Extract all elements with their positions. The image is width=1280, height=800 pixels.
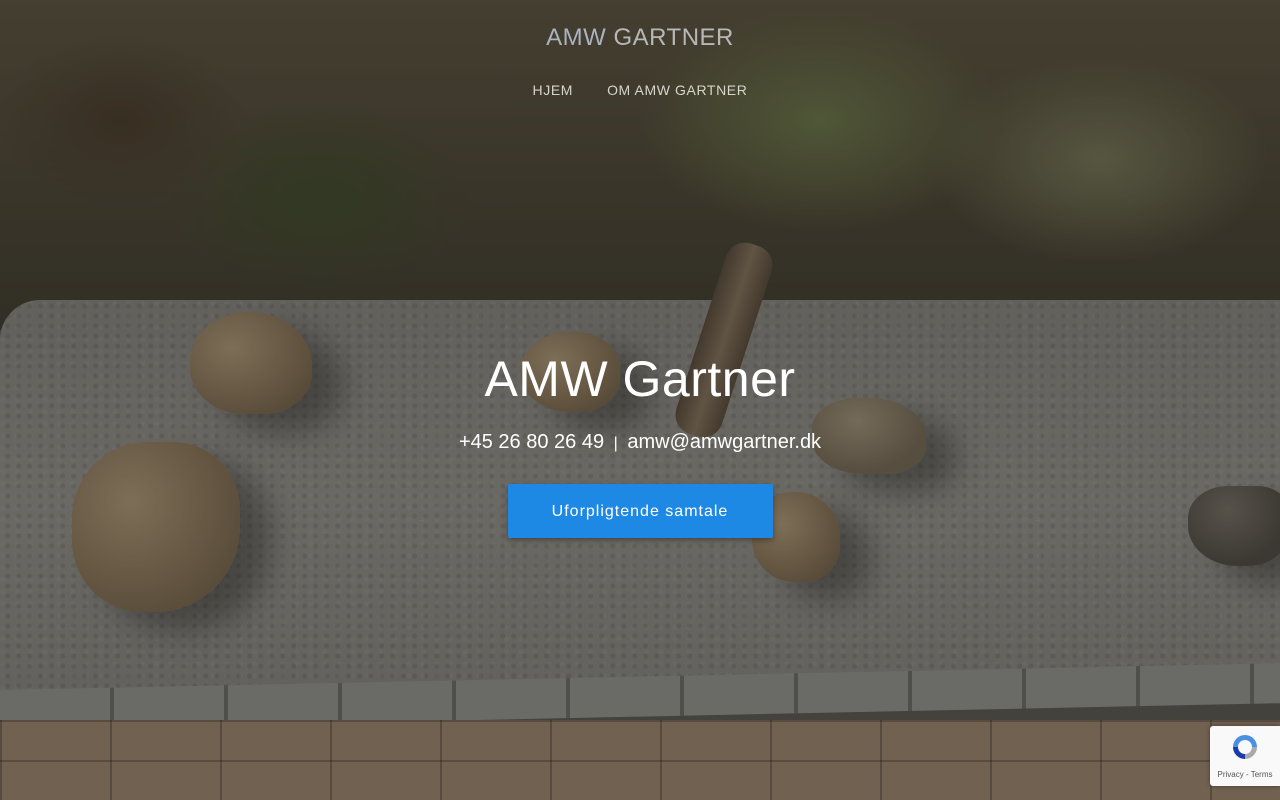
site-title-part1: AMW [546, 24, 607, 51]
nav-item-om-amw-gartner[interactable]: OM AMW GARTNER [607, 82, 747, 98]
hero-content: AMW Gartner +45 26 80 26 49 | amw@amwgar… [0, 350, 1280, 538]
hero-contact-line: +45 26 80 26 49 | amw@amwgartner.dk [0, 430, 1280, 456]
hero-heading: AMW Gartner [484, 351, 796, 407]
main-nav: HJEM OM AMW GARTNER [0, 82, 1280, 98]
hero-section: AMW GARTNER HJEM OM AMW GARTNER AMW Gart… [0, 0, 1280, 800]
site-title-link[interactable]: AMW GARTNER [0, 24, 1280, 52]
recaptcha-privacy-link[interactable]: Privacy [1218, 770, 1244, 779]
recaptcha-separator: - [1245, 770, 1249, 779]
nav-item-hjem[interactable]: HJEM [533, 82, 574, 98]
recaptcha-links: Privacy - Terms [1210, 770, 1280, 779]
recaptcha-terms-link[interactable]: Terms [1251, 770, 1273, 779]
email-address: amw@amwgartner.dk [627, 431, 822, 453]
recaptcha-icon [1233, 735, 1257, 759]
phone-number: +45 26 80 26 49 [458, 431, 605, 453]
contact-separator: | [613, 435, 618, 452]
recaptcha-badge[interactable]: Privacy - Terms [1210, 726, 1280, 786]
site-title-part2: GARTNER [613, 24, 734, 51]
cta-button[interactable]: Uforpligtende samtale [507, 484, 773, 538]
site-header: AMW GARTNER HJEM OM AMW GARTNER [0, 0, 1280, 120]
